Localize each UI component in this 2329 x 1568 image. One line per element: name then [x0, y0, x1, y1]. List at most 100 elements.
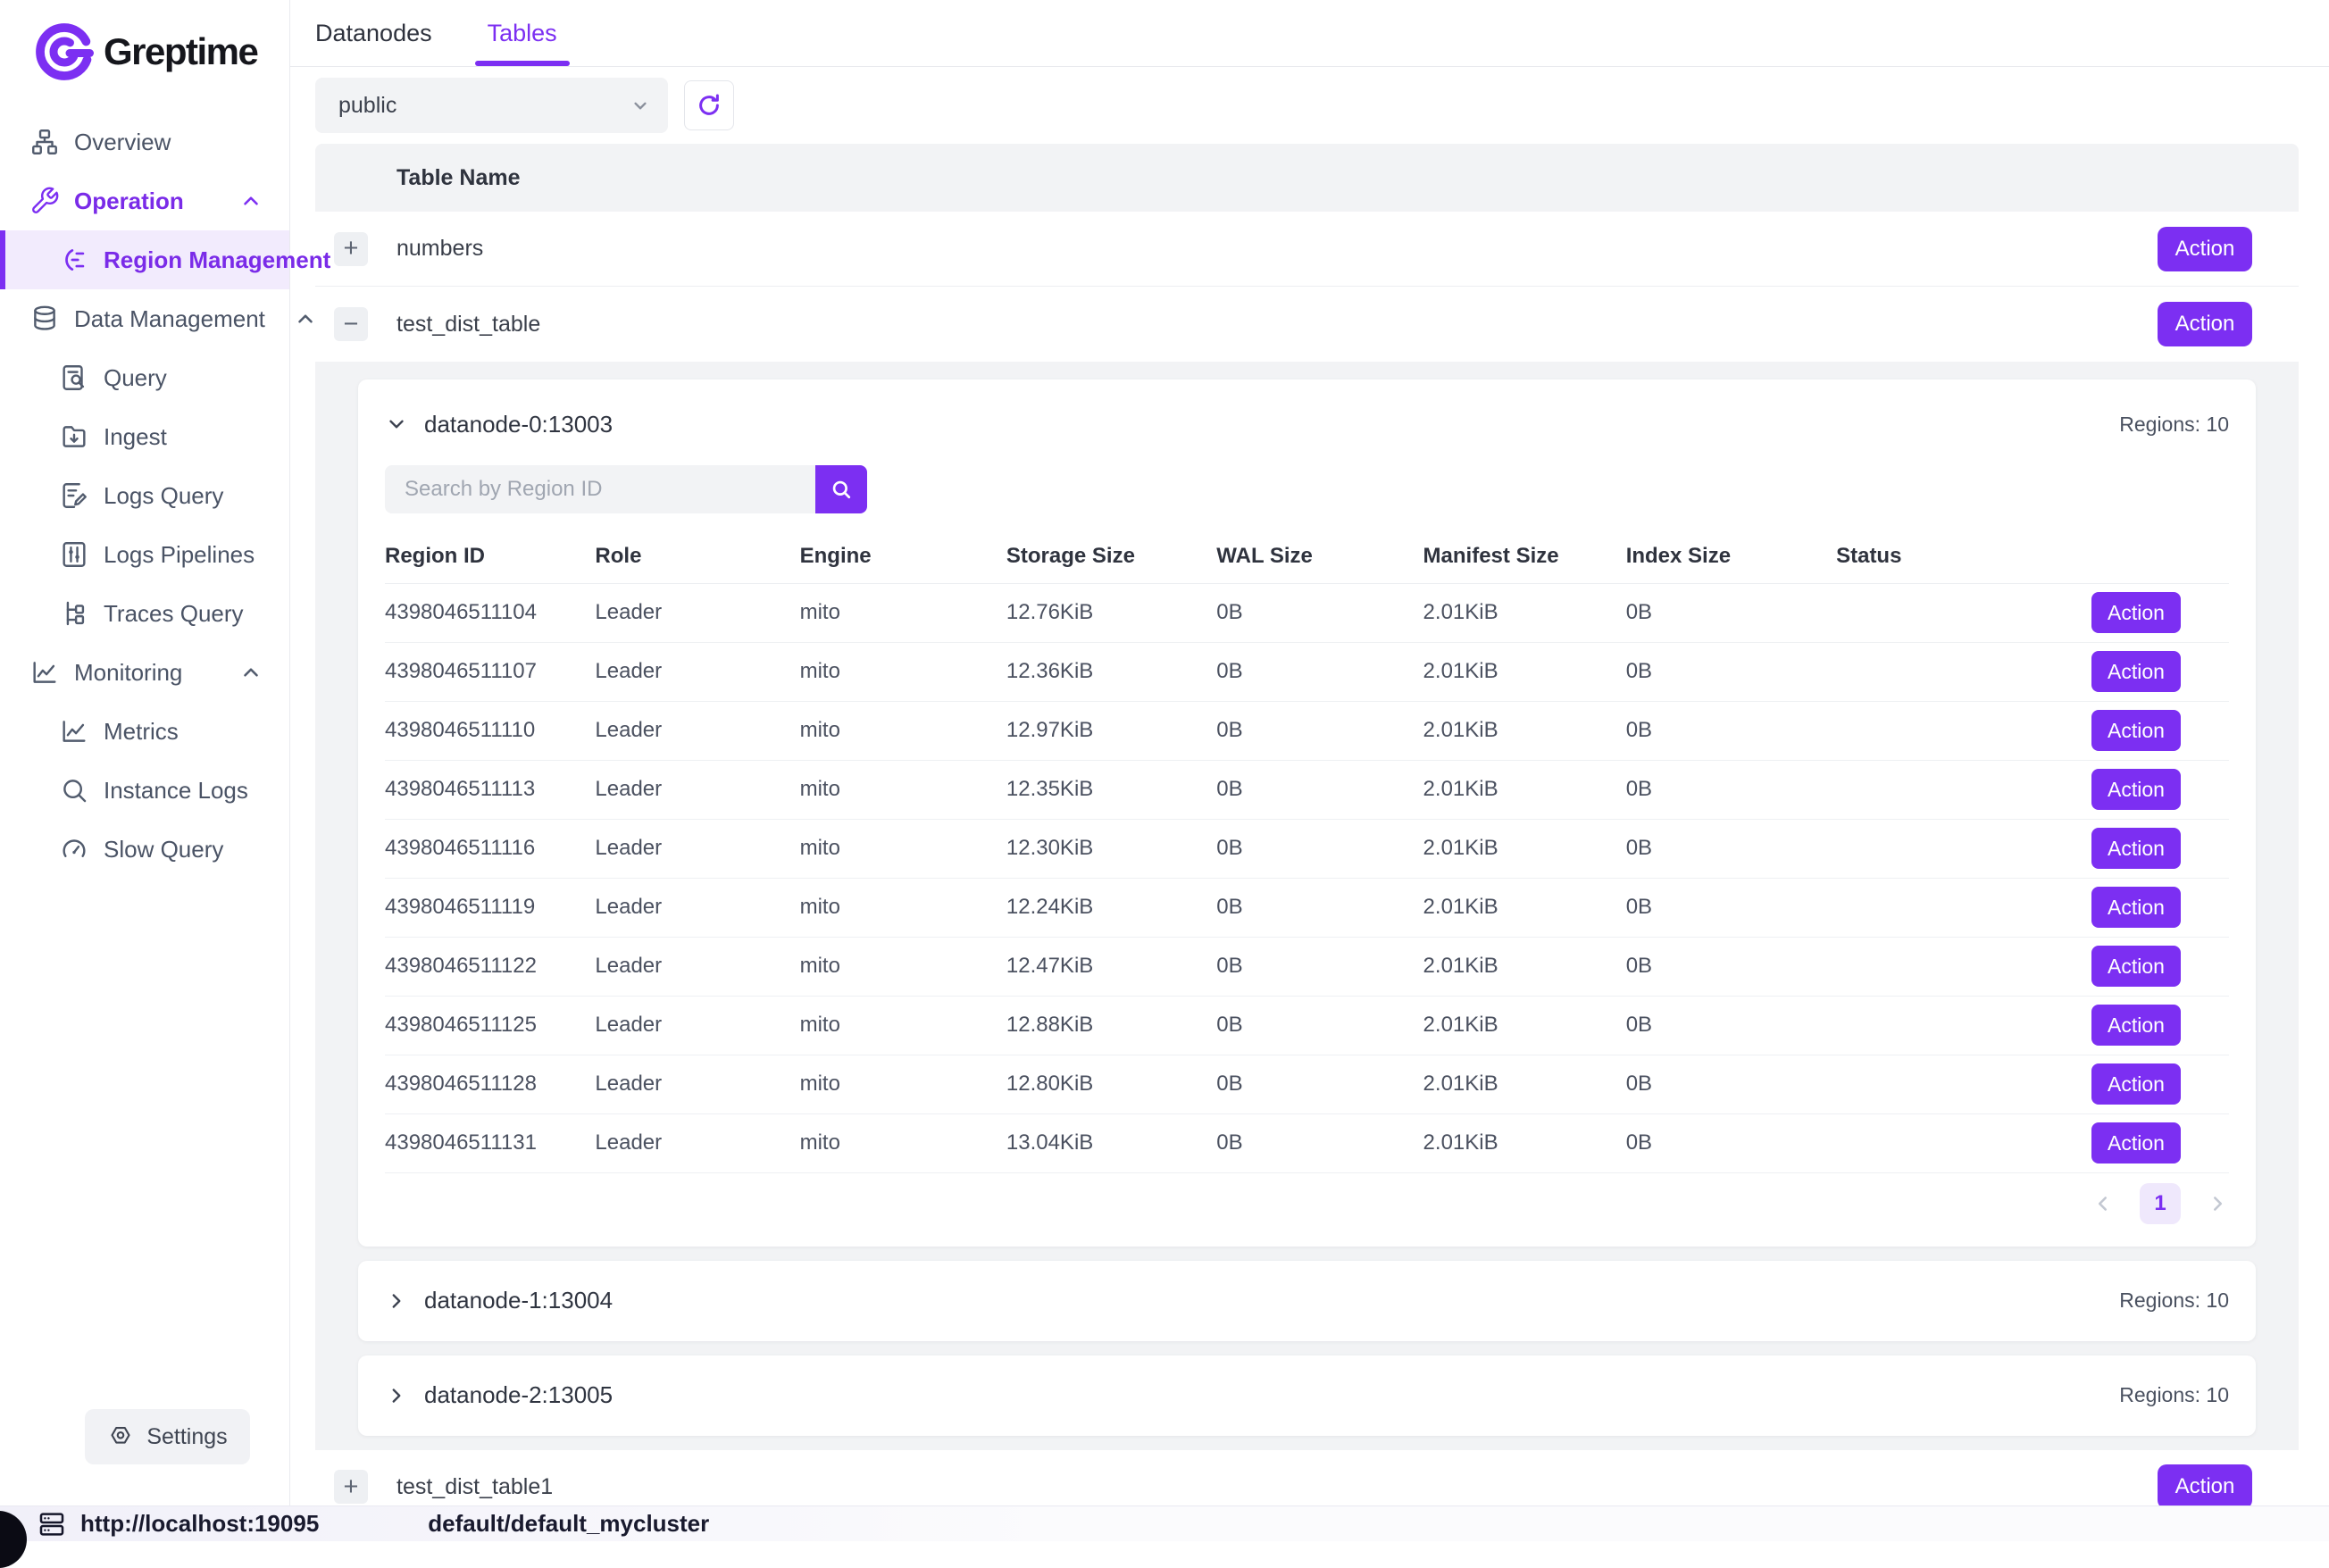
pagination-next-button[interactable] [2206, 1192, 2229, 1215]
sidebar-item-traces-query[interactable]: Traces Query [0, 584, 289, 643]
region-cell: 2.01KiB [1423, 996, 1626, 1055]
sidebar-item-query[interactable]: Query [0, 348, 289, 407]
expand-row-button[interactable]: + [334, 1470, 368, 1504]
region-cell: 0B [1216, 937, 1423, 996]
gear-icon [107, 1423, 134, 1450]
region-column-header: Index Size [1626, 530, 1836, 583]
chevron-up-icon[interactable] [239, 189, 263, 213]
region-row: 4398046511119Leadermito12.24KiB0B2.01KiB… [385, 878, 2229, 937]
brand-name: Greptime [104, 30, 257, 73]
collapse-row-button[interactable]: − [334, 307, 368, 341]
sidebar-item-region-management[interactable]: Region Management [0, 230, 289, 289]
region-cell: Leader [595, 937, 799, 996]
schema-select[interactable]: public [315, 78, 668, 133]
database-icon [29, 304, 60, 334]
pagination-page-1[interactable]: 1 [2140, 1183, 2181, 1224]
region-cell: 12.35KiB [1006, 760, 1216, 819]
sidebar-item-operation[interactable]: Operation [0, 171, 289, 230]
region-cell: 12.80KiB [1006, 1055, 1216, 1113]
region-cell: 0B [1626, 878, 1836, 937]
region-action-button[interactable]: Action [2091, 887, 2181, 928]
region-cell [1836, 760, 2058, 819]
search-icon [59, 775, 89, 805]
sidebar: Greptime Overview Operation [0, 0, 290, 1505]
region-cell: 0B [1626, 937, 1836, 996]
expand-row-button[interactable]: + [334, 232, 368, 266]
region-search-button[interactable] [815, 465, 867, 513]
region-cell: 2.01KiB [1423, 1055, 1626, 1113]
region-action-button[interactable]: Action [2091, 1122, 2181, 1163]
datanode-header[interactable]: datanode-2:13005 Regions: 10 [358, 1355, 2256, 1436]
pagination-prev-button[interactable] [2091, 1192, 2115, 1215]
region-action-button[interactable]: Action [2091, 1063, 2181, 1105]
chevron-up-icon[interactable] [294, 307, 317, 330]
table-action-button[interactable]: Action [2158, 302, 2252, 346]
line-chart-icon [59, 716, 89, 746]
region-cell: Leader [595, 878, 799, 937]
gauge-icon [59, 834, 89, 864]
region-cell: 0B [1626, 583, 1836, 642]
region-action-cell: Action [2058, 760, 2229, 819]
column-header-table-name: Table Name [397, 165, 520, 191]
sidebar-item-monitoring[interactable]: Monitoring [0, 643, 289, 702]
sidebar-item-label: Data Management [74, 305, 265, 333]
sidebar-item-label: Slow Query [104, 836, 223, 863]
region-cell: 0B [1626, 1055, 1836, 1113]
region-row: 4398046511104Leadermito12.76KiB0B2.01KiB… [385, 583, 2229, 642]
chevron-up-icon[interactable] [239, 661, 263, 684]
region-action-button[interactable]: Action [2091, 769, 2181, 810]
region-action-cell: Action [2058, 583, 2229, 642]
tables-list-header: Table Name [315, 144, 2299, 212]
datanode-header[interactable]: datanode-0:13003 Regions: 10 [358, 401, 2256, 447]
region-search-input[interactable] [385, 465, 815, 513]
region-table: Region IDRoleEngineStorage SizeWAL SizeM… [385, 530, 2229, 1173]
region-cell: Leader [595, 701, 799, 760]
region-cell: 2.01KiB [1423, 1113, 1626, 1172]
sidebar-item-metrics[interactable]: Metrics [0, 702, 289, 761]
table-action-button[interactable]: Action [2158, 227, 2252, 271]
refresh-button[interactable] [684, 80, 734, 130]
sidebar-item-overview[interactable]: Overview [0, 113, 289, 171]
table-name: test_dist_table [397, 312, 540, 338]
tab-datanodes[interactable]: Datanodes [315, 0, 432, 66]
app-logo[interactable]: Greptime [0, 0, 289, 84]
datanode-name: datanode-2:13005 [424, 1381, 613, 1409]
region-cell: Leader [595, 760, 799, 819]
sidebar-item-data-management[interactable]: Data Management [0, 289, 289, 348]
region-row: 4398046511125Leadermito12.88KiB0B2.01KiB… [385, 996, 2229, 1055]
region-cell: 0B [1626, 996, 1836, 1055]
datanode-header[interactable]: datanode-1:13004 Regions: 10 [358, 1261, 2256, 1341]
sliders-icon [59, 539, 89, 570]
region-cell: 12.97KiB [1006, 701, 1216, 760]
sidebar-item-instance-logs[interactable]: Instance Logs [0, 761, 289, 820]
sidebar-item-label: Query [104, 364, 167, 392]
settings-button[interactable]: Settings [85, 1409, 250, 1464]
tab-bar: Datanodes Tables [290, 0, 2329, 67]
region-cell: mito [800, 819, 1006, 878]
server-url[interactable]: http://localhost:19095 [80, 1510, 319, 1538]
sidebar-item-logs-pipelines[interactable]: Logs Pipelines [0, 525, 289, 584]
tab-tables[interactable]: Tables [488, 0, 557, 66]
region-cell: 0B [1216, 819, 1423, 878]
region-action-button[interactable]: Action [2091, 592, 2181, 633]
region-action-button[interactable]: Action [2091, 946, 2181, 987]
region-action-button[interactable]: Action [2091, 651, 2181, 692]
region-cell: 0B [1216, 701, 1423, 760]
table-name: test_dist_table1 [397, 1474, 553, 1500]
cluster-name[interactable]: default/default_mycluster [428, 1510, 709, 1538]
sidebar-item-slow-query[interactable]: Slow Query [0, 820, 289, 879]
table-action-button[interactable]: Action [2158, 1464, 2252, 1509]
region-cell: 12.76KiB [1006, 583, 1216, 642]
table-row: + numbers Action [315, 212, 2299, 287]
region-column-header: Status [1836, 530, 2058, 583]
sidebar-item-label: Operation [74, 188, 184, 215]
region-action-button[interactable]: Action [2091, 1005, 2181, 1046]
region-action-button[interactable]: Action [2091, 828, 2181, 869]
region-action-button[interactable]: Action [2091, 710, 2181, 751]
region-cell: 4398046511107 [385, 642, 595, 701]
region-cell: mito [800, 642, 1006, 701]
sidebar-item-logs-query[interactable]: Logs Query [0, 466, 289, 525]
region-column-header: Engine [800, 530, 1006, 583]
region-cell: 4398046511110 [385, 701, 595, 760]
sidebar-item-ingest[interactable]: Ingest [0, 407, 289, 466]
